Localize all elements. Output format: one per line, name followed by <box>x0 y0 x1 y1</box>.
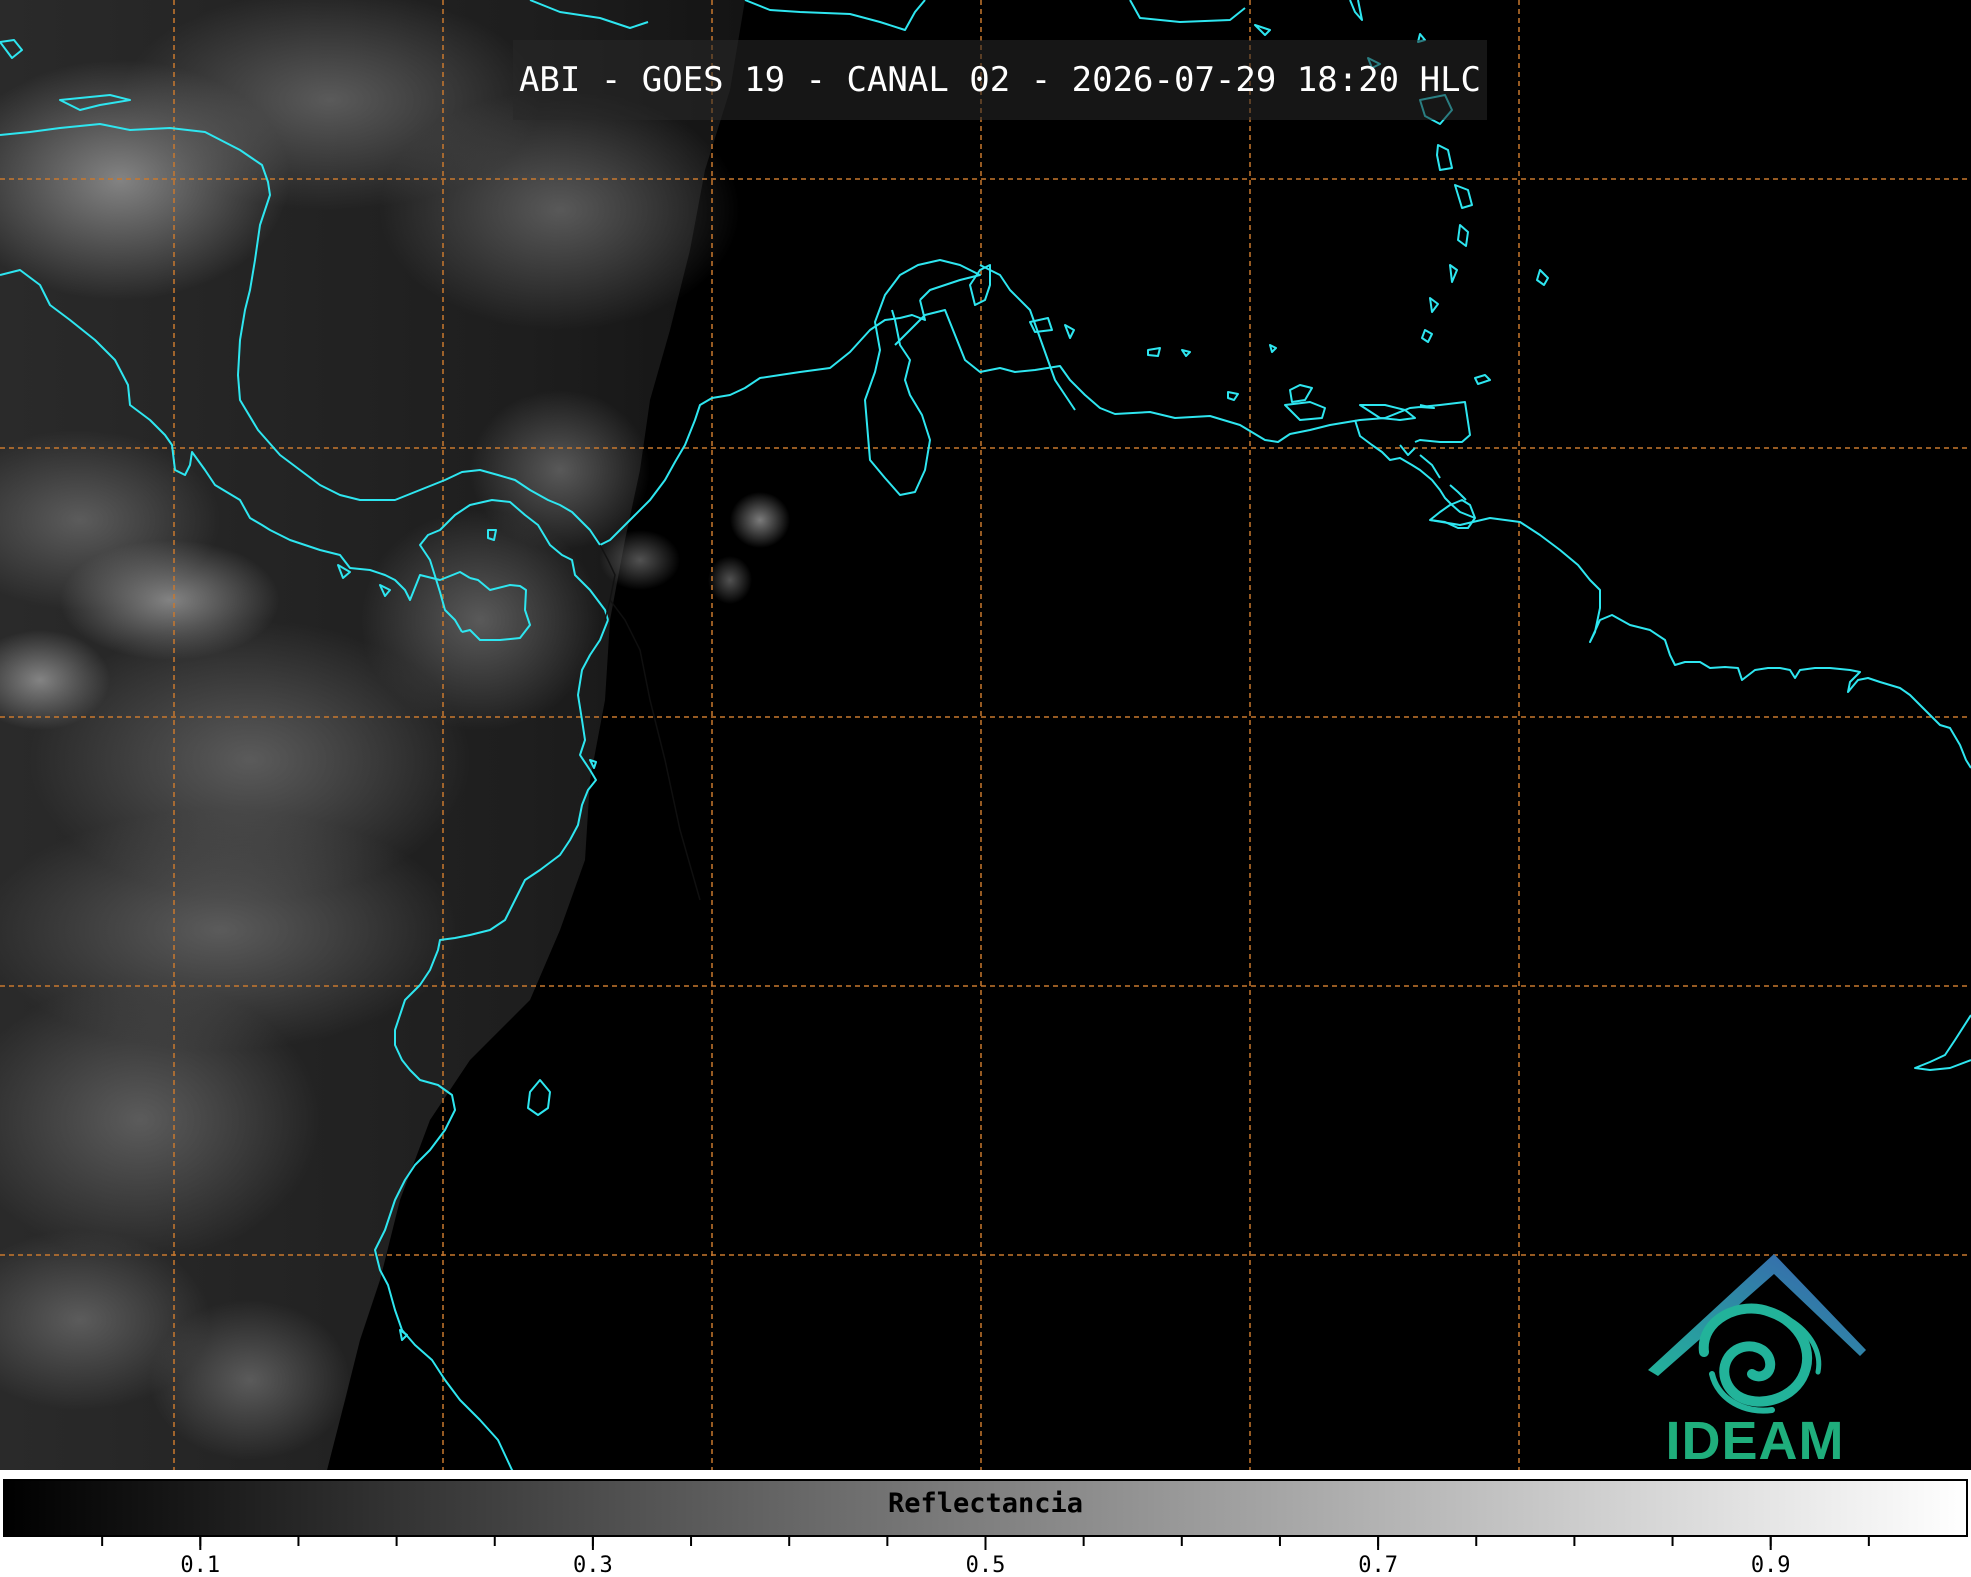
logo-roof-icon <box>1648 1254 1866 1376</box>
colorbar: 0.1 0.3 0.5 0.7 0.9 <box>0 1470 1971 1577</box>
map-title: ABI - GOES 19 - CANAL 02 - 2026-07-29 18… <box>518 60 1482 100</box>
colorbar-tick-label: 0.5 <box>966 1553 1006 1577</box>
colorbar-tick-label: 0.1 <box>180 1553 220 1577</box>
colorbar-tick-label: 0.3 <box>573 1553 613 1577</box>
logo-text: IDEAM <box>1665 1411 1845 1471</box>
colorbar-label: Reflectancia <box>887 1488 1084 1519</box>
colorbar-tick-label: 0.9 <box>1751 1553 1791 1577</box>
colorbar-tick-label: 0.7 <box>1358 1553 1398 1577</box>
logo-swirl-icon <box>1698 1303 1822 1414</box>
